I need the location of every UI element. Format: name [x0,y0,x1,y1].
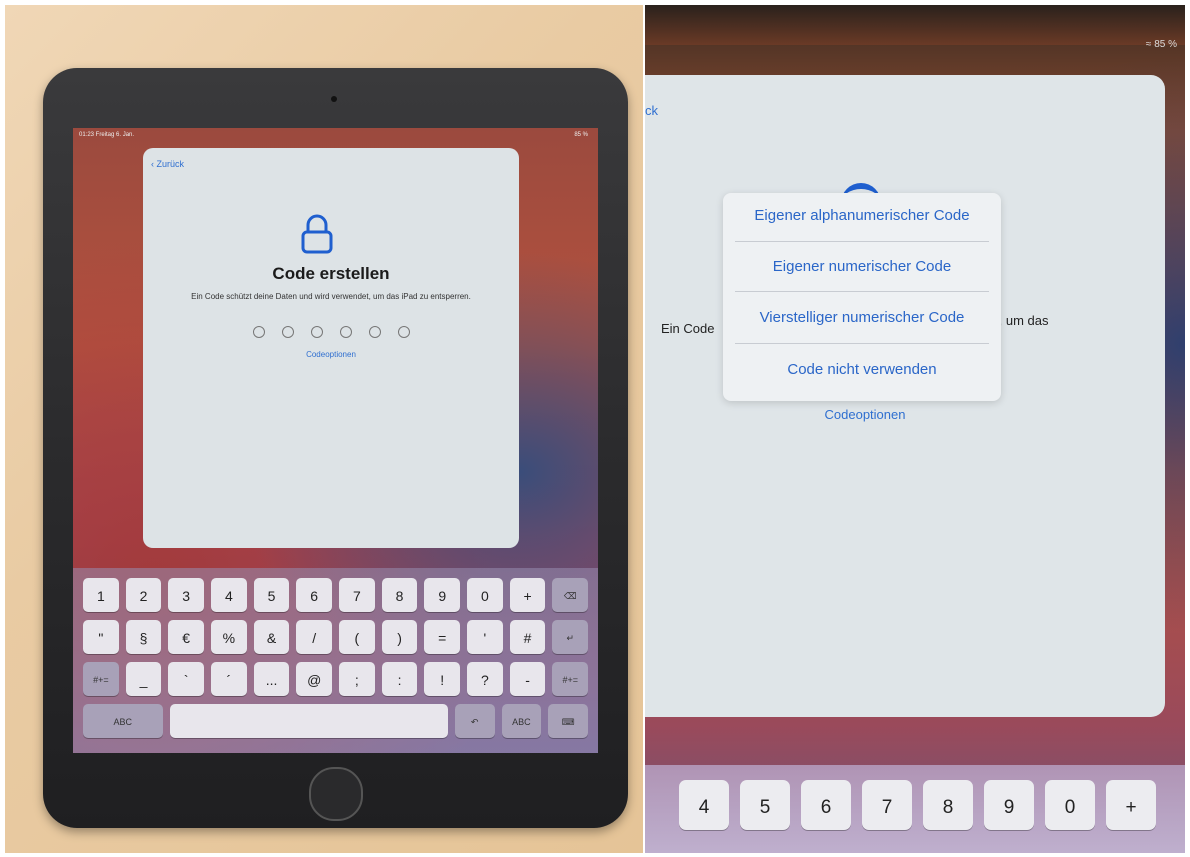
key[interactable]: 8 [923,780,973,830]
page-title: Code erstellen [272,264,390,283]
key[interactable]: 1 [83,578,119,612]
key[interactable]: € [168,620,205,654]
key[interactable]: - [509,662,546,696]
key[interactable]: # [509,620,546,654]
passcode-dot [253,326,265,338]
keyboard-row-symbols: " § € % & / ( ) = ' # ↵ [83,620,589,654]
key[interactable]: & [253,620,290,654]
key[interactable]: 6 [296,578,333,612]
key[interactable]: : [381,662,418,696]
keyboard-row-bottom: ABC ↶ ABC ⌨ [83,704,588,738]
shift-symbols-key[interactable]: #+= [83,662,119,696]
code-options-link[interactable]: Codeoptionen [645,407,1085,422]
passcode-dot [398,326,410,338]
lock-icon [301,214,333,254]
key[interactable]: 5 [253,578,290,612]
description-fragment-right: t, um das [995,313,1049,328]
delete-key[interactable]: ⌫ [552,578,589,612]
key[interactable]: 4 [211,578,247,612]
key[interactable]: 5 [740,780,790,830]
key[interactable]: + [1106,780,1156,830]
status-time: 01:23 Freitag 6. Jan. [79,132,135,138]
menu-separator [735,291,989,292]
code-options-menu: Eigener alphanumerischer Code Eigener nu… [723,193,1001,401]
home-button[interactable] [309,767,363,821]
key[interactable]: 3 [168,578,205,612]
status-battery-label: 85 % [1154,39,1177,50]
menu-item-no-code[interactable]: Code nicht verwenden [723,361,1001,378]
menu-item-four-digit[interactable]: Vierstelliger numerischer Code [723,309,1001,326]
shift-symbols-key[interactable]: #+= [552,662,589,696]
key[interactable]: ( [339,620,375,654]
abc-key[interactable]: ABC [501,704,542,738]
key[interactable]: _ [125,662,162,696]
keyboard-fragment: 4 5 6 7 8 9 0 + [645,765,1185,853]
back-button[interactable]: ‹ Zurück [151,159,184,169]
key[interactable]: 0 [467,578,503,612]
key[interactable]: = [424,620,461,654]
key[interactable]: ´ [211,662,247,696]
keyboard-icon: ⌨ [561,717,575,727]
undo-key[interactable]: ↶ [454,704,495,738]
code-options-link[interactable]: Codeoptionen [143,350,519,359]
ipad-screen: 01:23 Freitag 6. Jan. 85 % ‹ Zurück Code… [73,128,598,753]
menu-item-numeric[interactable]: Eigener numerischer Code [723,258,1001,275]
passcode-dots [253,326,410,338]
key[interactable]: ` [168,662,205,696]
key[interactable]: 9 [984,780,1034,830]
key[interactable]: ... [253,662,290,696]
dismiss-keyboard-key[interactable]: ⌨ [548,704,588,738]
ipad-device: 01:23 Freitag 6. Jan. 85 % ‹ Zurück Code… [43,68,628,828]
passcode-dot [340,326,352,338]
key[interactable]: ; [339,662,375,696]
camera [331,96,337,102]
key[interactable]: @ [296,662,333,696]
key[interactable]: " [83,620,119,654]
key[interactable]: 7 [339,578,375,612]
key[interactable]: 6 [801,780,851,830]
key[interactable]: 9 [424,578,461,612]
passcode-dot [311,326,323,338]
keyboard: 1 2 3 4 5 6 7 8 9 0 + ⌫ " § € % & / () … [73,568,598,753]
left-photo: 01:23 Freitag 6. Jan. 85 % ‹ Zurück Code… [5,5,643,853]
key[interactable]: ! [424,662,461,696]
key[interactable]: / [296,620,333,654]
setup-card: ‹ Zurück Code erstellen Ein Code schützt… [143,148,519,548]
back-button-fragment[interactable]: ck [645,103,658,118]
setup-card-zoomed: ck Ein Code t, um das Eigener alphanumer… [645,75,1165,717]
passcode-dot [369,326,381,338]
description-fragment-left: Ein Code [661,321,715,336]
key[interactable]: 0 [1045,780,1095,830]
keyboard-row-punctuation: #+= _ ` ´ ... @ ; : ! ? - #+= [83,662,589,696]
bezel-edge [645,5,1185,45]
key[interactable]: 8 [381,578,418,612]
undo-icon: ↶ [470,717,479,727]
key[interactable]: + [509,578,546,612]
key[interactable]: ' [467,620,503,654]
keyboard-row-numbers: 1 2 3 4 5 6 7 8 9 0 + ⌫ [83,578,589,612]
passcode-dot [282,326,294,338]
key[interactable]: % [211,620,247,654]
abc-key[interactable]: ABC [83,704,163,738]
space-key[interactable] [169,704,448,738]
return-key[interactable]: ↵ [552,620,589,654]
description: Ein Code schützt deine Daten und wird ve… [191,292,471,301]
wifi-icon: ≈ [1145,39,1155,50]
backspace-icon: ⌫ [563,591,577,601]
key[interactable]: 2 [125,578,162,612]
menu-separator [735,343,989,344]
key[interactable]: § [125,620,162,654]
key[interactable]: 7 [862,780,912,830]
status-battery: 85 % [574,132,588,138]
key[interactable]: ) [381,620,418,654]
back-label: Zurück [156,159,185,169]
menu-item-alphanumeric[interactable]: Eigener alphanumerischer Code [723,207,1001,224]
menu-separator [735,241,989,242]
status-battery: ≈ 85 % [1146,39,1177,50]
key[interactable]: 4 [679,780,729,830]
return-icon: ↵ [566,633,574,643]
right-photo: ≈ 85 % ck Ein Code t, um das Eigener alp… [645,5,1185,853]
key[interactable]: ? [467,662,503,696]
